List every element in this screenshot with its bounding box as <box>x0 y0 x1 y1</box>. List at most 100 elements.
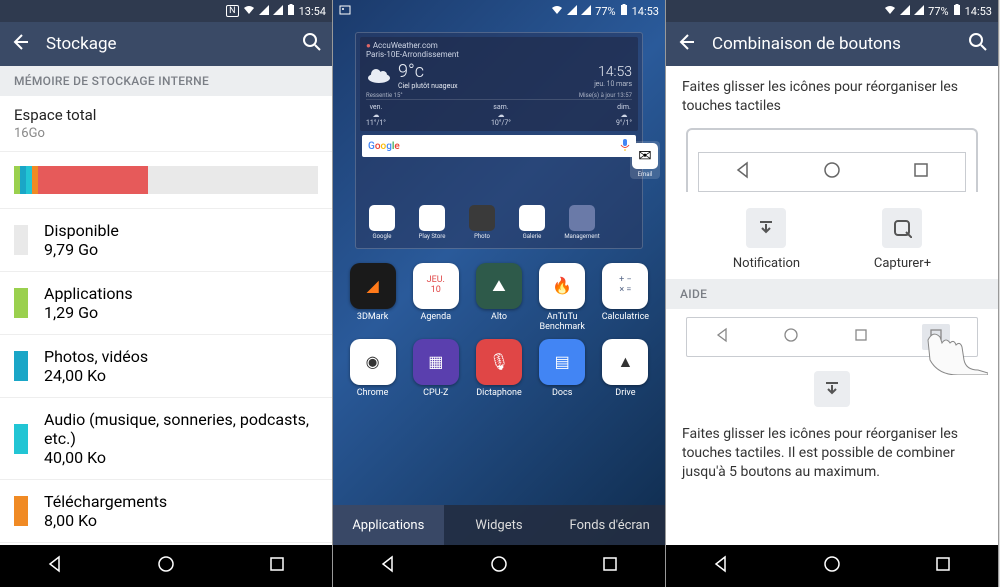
nav-back-icon[interactable] <box>378 554 398 578</box>
google-search-bar[interactable]: Google <box>362 135 636 157</box>
category-value: 24,00 Ko <box>44 366 318 385</box>
nav-back-icon[interactable] <box>45 554 65 578</box>
phone-button-combination: 77% 14:53 Combinaison de boutons Faites … <box>666 0 999 587</box>
hand-pointer-icon <box>918 325 988 379</box>
system-nav-bar <box>0 545 332 587</box>
storage-category-row[interactable]: Disponible 9,79 Go <box>0 209 332 272</box>
app-icon: ◉ <box>350 339 396 385</box>
signal-icon <box>567 5 577 18</box>
search-icon[interactable] <box>968 32 988 57</box>
nav-back-icon[interactable] <box>711 554 731 578</box>
nav-home-icon[interactable] <box>156 554 176 578</box>
app-agenda[interactable]: JEU. 10Agenda <box>406 263 465 333</box>
category-label: Audio (musique, sonneries, podcasts, etc… <box>44 410 318 448</box>
preview-app[interactable]: Google <box>362 205 402 240</box>
phone-launcher: 77% 14:53 ● AccuWeather.com Paris-10E-Ar… <box>333 0 666 587</box>
section-header: MÉMOIRE DE STOCKAGE INTERNE <box>0 66 332 96</box>
usage-segment <box>38 166 147 194</box>
app-icon <box>519 205 545 231</box>
soft-home-icon[interactable] <box>823 161 841 183</box>
tab-fonds-d-cran[interactable]: Fonds d'écran <box>554 505 665 545</box>
total-value: 16Go <box>14 126 318 141</box>
app-dictaphone[interactable]: 🎙Dictaphone <box>469 339 528 409</box>
storage-category-row[interactable]: Applications 1,29 Go <box>0 272 332 335</box>
app-icon <box>469 205 495 231</box>
battery-text: 77% <box>595 5 615 18</box>
instruction-text: Faites glisser les icônes pour réorganis… <box>666 66 998 128</box>
storage-category-row[interactable]: Audio (musique, sonneries, podcasts, etc… <box>0 398 332 480</box>
status-time: 13:54 <box>299 5 326 18</box>
usage-bar <box>0 152 332 209</box>
app-bar: Stockage <box>0 22 332 66</box>
storage-category-row[interactable]: Téléchargements 8,00 Ko <box>0 480 332 543</box>
app-drive[interactable]: ▲Drive <box>596 339 655 409</box>
preview-app[interactable]: Photo <box>462 205 502 240</box>
soft-back-icon[interactable] <box>734 161 752 183</box>
homescreen-preview[interactable]: ● AccuWeather.com Paris-10E-Arrondisseme… <box>355 32 643 249</box>
system-nav-bar <box>666 545 998 587</box>
app-antutu-benchmark[interactable]: 🔥AnTuTu Benchmark <box>533 263 592 333</box>
launcher-tabs: ApplicationsWidgetsFonds d'écran <box>333 505 665 545</box>
clock-time: 14:53 <box>594 64 632 80</box>
soft-home-icon <box>783 327 799 347</box>
soft-key-bar[interactable] <box>698 152 966 192</box>
nav-recent-icon[interactable] <box>933 554 953 578</box>
tab-applications[interactable]: Applications <box>333 505 444 545</box>
status-time: 14:53 <box>965 5 992 18</box>
app-icon <box>569 205 595 231</box>
wifi-icon <box>884 5 896 18</box>
total-label: Espace total <box>14 106 318 124</box>
app-calculatrice[interactable]: + − × =Calculatrice <box>596 263 655 333</box>
weather-location: Paris-10E-Arrondissement <box>366 50 632 59</box>
color-swatch <box>14 496 28 526</box>
category-label: Téléchargements <box>44 492 318 511</box>
signal-icon <box>259 5 269 18</box>
signal-icon <box>914 5 924 18</box>
color-swatch <box>14 225 28 255</box>
app-bar: Combinaison de boutons <box>666 22 998 66</box>
color-swatch <box>14 351 28 381</box>
category-value: 8,00 Ko <box>44 511 318 530</box>
app-docs[interactable]: ▤Docs <box>533 339 592 409</box>
preview-app[interactable]: Play Store <box>412 205 452 240</box>
category-value: 1,29 Go <box>44 303 318 322</box>
app-cpu-z[interactable]: ▦CPU-Z <box>406 339 465 409</box>
notification-tray-icon <box>746 208 786 248</box>
status-time: 14:53 <box>632 5 659 18</box>
app-alto[interactable]: ⛰Alto <box>469 263 528 333</box>
capture-plus-icon <box>882 208 922 248</box>
page-title: Combinaison de boutons <box>712 34 952 54</box>
preview-app[interactable]: Galerie <box>512 205 552 240</box>
option-capturerplus[interactable]: Capturer+ <box>874 208 931 271</box>
storage-category-row[interactable]: Photos, vidéos 24,00 Ko <box>0 335 332 398</box>
app-icon: ⛰ <box>476 263 522 309</box>
preview-app[interactable]: Management <box>562 205 602 240</box>
weather-temp: 9°c <box>398 61 458 82</box>
nav-recent-icon[interactable] <box>600 554 620 578</box>
back-icon[interactable] <box>10 32 30 57</box>
side-app-email[interactable]: ✉ Email <box>630 141 660 179</box>
category-label: Disponible <box>44 221 318 240</box>
back-icon[interactable] <box>676 32 696 57</box>
app-chrome[interactable]: ◉Chrome <box>343 339 402 409</box>
total-space-row[interactable]: Espace total 16Go <box>0 96 332 152</box>
option-notification[interactable]: Notification <box>733 208 800 271</box>
nav-recent-icon[interactable] <box>267 554 287 578</box>
tab-widgets[interactable]: Widgets <box>444 505 555 545</box>
phone-storage-settings: N 13:54 Stockage MÉMOIRE DE STOCKAGE INT… <box>0 0 333 587</box>
soft-recent-icon[interactable] <box>912 161 930 183</box>
app-3dmark[interactable]: ◢3DMark <box>343 263 402 333</box>
soft-back-icon <box>714 327 730 347</box>
forecast-day: sam.☁10°/7° <box>491 103 511 127</box>
help-text: Faites glisser les icônes pour réorganis… <box>666 421 998 494</box>
battery-icon <box>953 4 961 19</box>
nfc-icon: N <box>226 5 238 17</box>
search-icon[interactable] <box>302 32 322 57</box>
forecast-day: ven.☁11°/1° <box>366 103 386 127</box>
mic-icon[interactable] <box>620 138 630 155</box>
nav-home-icon[interactable] <box>489 554 509 578</box>
weather-widget[interactable]: ● AccuWeather.com Paris-10E-Arrondisseme… <box>360 37 638 131</box>
nav-home-icon[interactable] <box>822 554 842 578</box>
wifi-icon <box>551 5 563 18</box>
google-logo: Google <box>368 141 400 152</box>
